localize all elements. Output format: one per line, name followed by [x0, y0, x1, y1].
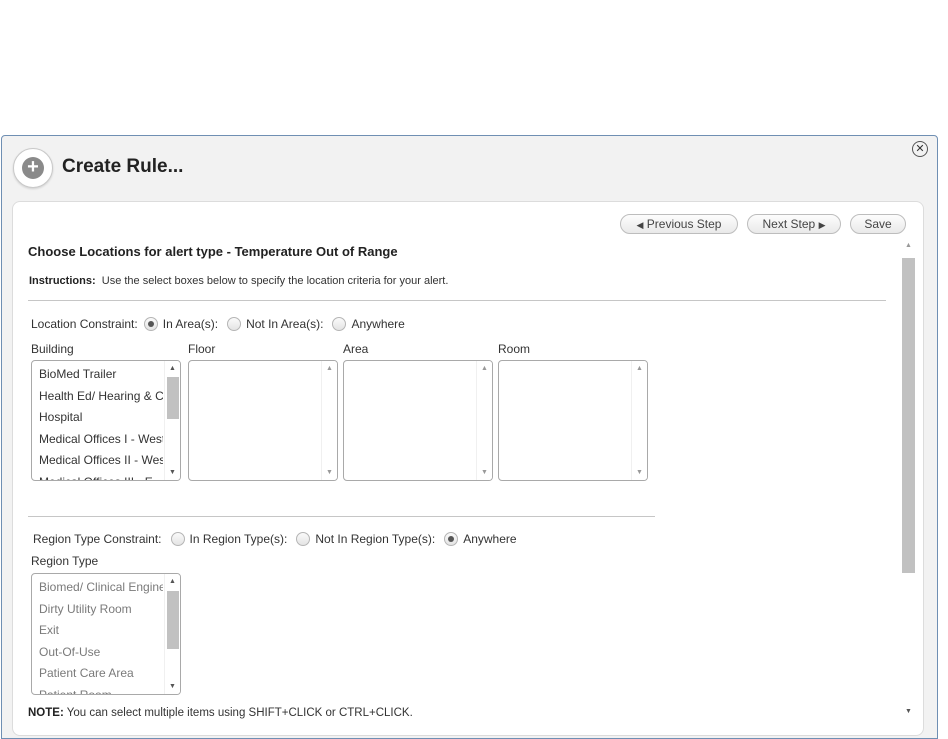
radio-in-areas[interactable]	[143, 317, 158, 331]
scroll-up-icon[interactable]: ▲	[169, 578, 176, 585]
region-type-scrollbar[interactable]: ▲ ▼	[164, 574, 180, 694]
building-options: BioMed Trailer Health Ed/ Hearing & C Ho…	[32, 364, 163, 480]
note-label: NOTE:	[28, 707, 64, 719]
scroll-down-icon: ▼	[636, 469, 643, 476]
dialog-title: Create Rule...	[62, 156, 184, 177]
radio-location-anywhere-label: Anywhere	[351, 317, 405, 331]
radio-in-areas-label: In Area(s):	[162, 317, 219, 331]
previous-step-label: Previous Step	[646, 217, 722, 231]
list-item[interactable]: Patient Care Area	[32, 663, 163, 685]
radio-not-in-region-types[interactable]	[296, 532, 311, 546]
area-label: Area	[343, 342, 369, 356]
building-scrollbar[interactable]: ▲ ▼	[164, 361, 180, 480]
triangle-right-icon: ▶	[818, 220, 826, 230]
divider	[28, 516, 655, 517]
region-constraint-row: Region Type Constraint: In Region Type(s…	[33, 532, 526, 546]
room-label: Room	[498, 342, 531, 356]
list-item[interactable]: Medical Offices II - West	[32, 450, 163, 472]
room-select[interactable]: ▲ ▼	[498, 360, 648, 481]
radio-in-region-types-label: In Region Type(s):	[189, 532, 288, 546]
list-item[interactable]: Exit	[32, 620, 163, 642]
radio-region-anywhere[interactable]	[444, 532, 459, 546]
scroll-thumb[interactable]	[167, 377, 179, 419]
create-rule-dialog: + Create Rule... ✕ ◀ Previous Step Next …	[1, 135, 938, 739]
floor-scrollbar: ▲ ▼	[321, 361, 337, 480]
building-label: Building	[31, 342, 74, 356]
location-constraint-label: Location Constraint:	[31, 317, 138, 331]
area-select[interactable]: ▲ ▼	[343, 360, 493, 481]
building-select[interactable]: BioMed Trailer Health Ed/ Hearing & C Ho…	[31, 360, 181, 481]
note-body: You can select multiple items using SHIF…	[66, 707, 413, 719]
region-type-select[interactable]: Biomed/ Clinical Engineering Dirty Utili…	[31, 573, 181, 695]
note-text: NOTE: You can select multiple items usin…	[28, 707, 413, 719]
scroll-up-icon[interactable]: ▲	[905, 242, 912, 249]
scroll-down-icon[interactable]: ▼	[169, 683, 176, 690]
scroll-down-icon[interactable]: ▼	[905, 708, 912, 715]
region-type-options: Biomed/ Clinical Engineering Dirty Utili…	[32, 577, 163, 694]
scroll-up-icon: ▲	[481, 365, 488, 372]
scroll-down-icon: ▼	[481, 469, 488, 476]
scroll-up-icon: ▲	[326, 365, 333, 372]
list-item[interactable]: Dirty Utility Room	[32, 599, 163, 621]
region-constraint-label: Region Type Constraint:	[33, 532, 162, 546]
list-item[interactable]: Patient Room	[32, 685, 163, 694]
list-item[interactable]: Medical Offices III - E	[32, 472, 163, 480]
radio-region-anywhere-label: Anywhere	[463, 532, 517, 546]
list-item[interactable]: Biomed/ Clinical Engineering	[32, 577, 163, 599]
scroll-down-icon[interactable]: ▼	[169, 469, 176, 476]
floor-select[interactable]: ▲ ▼	[188, 360, 338, 481]
instructions-label: Instructions:	[29, 275, 96, 287]
room-scrollbar: ▲ ▼	[631, 361, 647, 480]
triangle-left-icon: ◀	[636, 220, 644, 230]
instructions-text: Use the select boxes below to specify th…	[101, 275, 449, 287]
create-rule-icon: +	[13, 148, 53, 188]
scroll-up-icon: ▲	[636, 365, 643, 372]
scroll-thumb[interactable]	[167, 591, 179, 649]
divider	[28, 300, 886, 301]
region-type-label: Region Type	[31, 554, 99, 568]
save-button[interactable]: Save	[850, 214, 906, 234]
previous-step-button[interactable]: ◀ Previous Step	[620, 214, 738, 234]
list-item[interactable]: Medical Offices I - West	[32, 429, 163, 451]
list-item[interactable]: Out-Of-Use	[32, 642, 163, 664]
area-scrollbar: ▲ ▼	[476, 361, 492, 480]
list-item[interactable]: BioMed Trailer	[32, 364, 163, 386]
radio-in-region-types[interactable]	[170, 532, 185, 546]
instructions: Instructions: Use the select boxes below…	[29, 275, 448, 287]
close-icon[interactable]: ✕	[912, 141, 928, 157]
panel-scrollbar[interactable]: ▲ ▼	[901, 240, 917, 715]
plus-icon: +	[22, 157, 44, 179]
radio-not-in-areas[interactable]	[227, 317, 242, 331]
radio-not-in-region-types-label: Not In Region Type(s):	[315, 532, 436, 546]
radio-not-in-areas-label: Not In Area(s):	[246, 317, 324, 331]
scroll-down-icon: ▼	[326, 469, 333, 476]
scroll-up-icon[interactable]: ▲	[169, 365, 176, 372]
next-step-button[interactable]: Next Step ▶	[747, 214, 841, 234]
scroll-thumb[interactable]	[902, 258, 915, 573]
location-constraint-row: Location Constraint: In Area(s): Not In …	[31, 317, 414, 331]
floor-label: Floor	[188, 342, 216, 356]
radio-location-anywhere[interactable]	[332, 317, 347, 331]
wizard-panel: ◀ Previous Step Next Step ▶ Save Choose …	[12, 201, 924, 736]
list-item[interactable]: Hospital	[32, 407, 163, 429]
next-step-label: Next Step	[762, 217, 816, 231]
page-heading: Choose Locations for alert type - Temper…	[28, 244, 398, 259]
list-item[interactable]: Health Ed/ Hearing & C	[32, 386, 163, 408]
